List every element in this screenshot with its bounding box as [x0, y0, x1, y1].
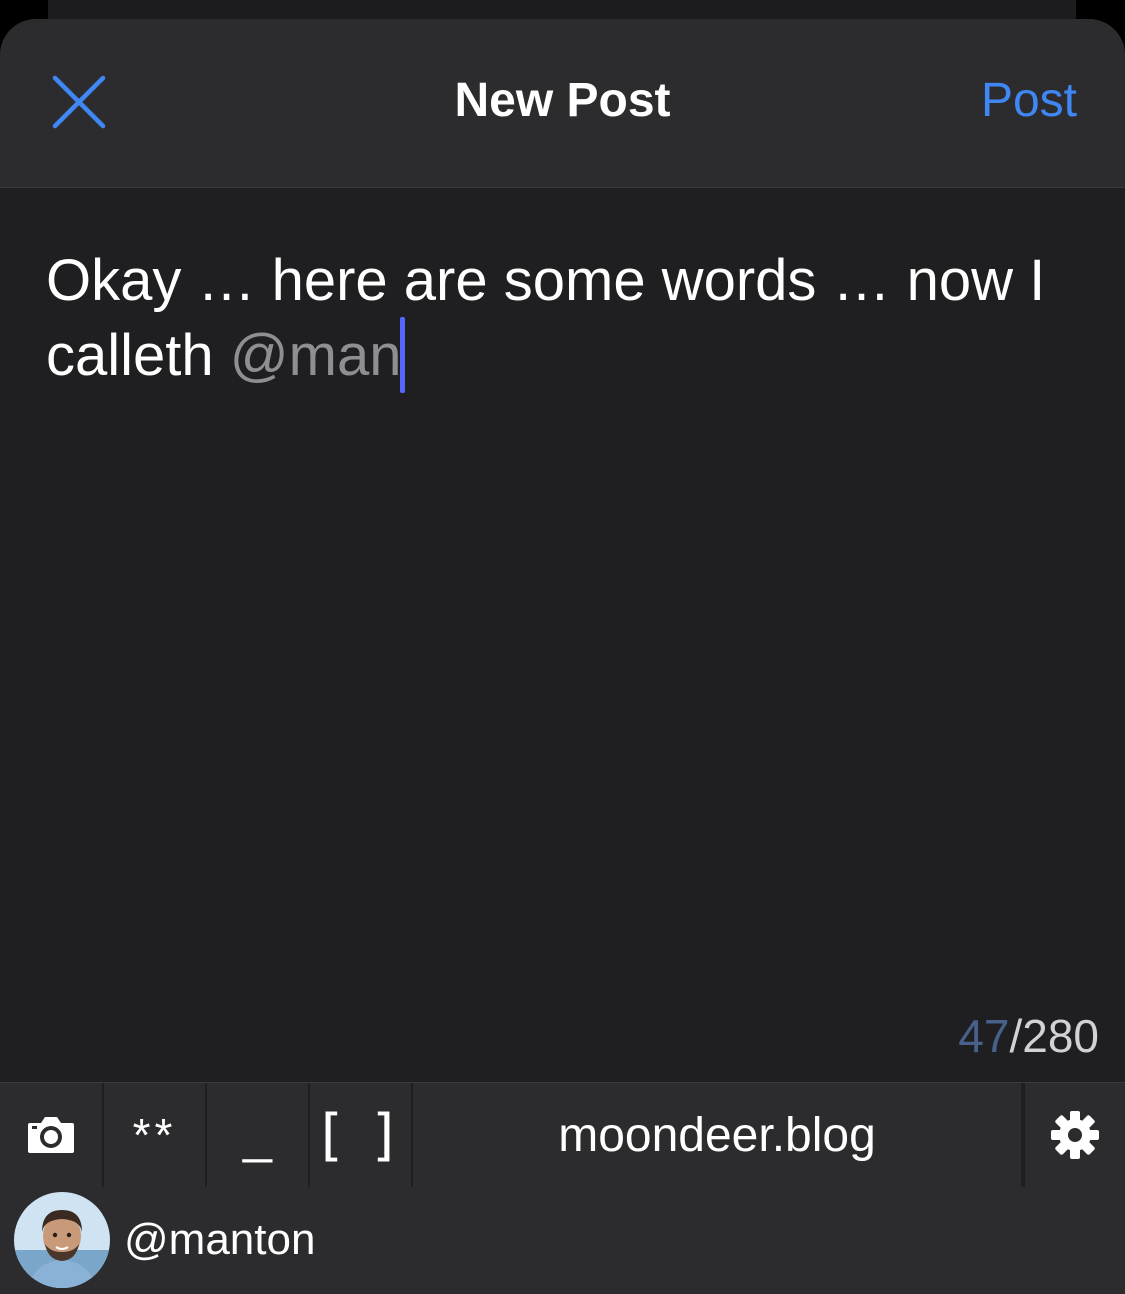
italic-button[interactable]: _	[207, 1083, 310, 1187]
formatting-toolbar: ** _ [ ] moondeer.blog	[0, 1082, 1125, 1187]
blog-selector[interactable]: moondeer.blog	[413, 1083, 1023, 1187]
post-text: Okay … here are some words … now I calle…	[46, 248, 1046, 388]
post-button[interactable]: Post	[981, 73, 1077, 128]
link-button[interactable]: [ ]	[310, 1083, 413, 1187]
compose-sheet: New Post Post Okay … here are some words…	[0, 19, 1125, 1294]
character-limit: /280	[1009, 1010, 1099, 1062]
text-cursor	[399, 317, 405, 393]
settings-button[interactable]	[1023, 1083, 1125, 1187]
avatar	[14, 1192, 110, 1288]
navigation-bar: New Post Post	[0, 19, 1125, 188]
add-photo-button[interactable]	[0, 1083, 104, 1187]
bold-button[interactable]: **	[104, 1083, 207, 1187]
camera-icon	[28, 1117, 74, 1153]
page-title: New Post	[454, 74, 671, 127]
character-count: 47	[958, 1010, 1010, 1062]
character-counter: 47/280	[958, 1009, 1099, 1063]
gear-icon	[1051, 1111, 1099, 1159]
post-text-editor[interactable]: Okay … here are some words … now I calle…	[46, 245, 1066, 393]
account-username: @manton	[124, 1215, 316, 1264]
avatar-image	[14, 1192, 110, 1288]
account-bar[interactable]: @manton	[0, 1187, 1125, 1294]
mention-text: @man	[229, 323, 402, 388]
